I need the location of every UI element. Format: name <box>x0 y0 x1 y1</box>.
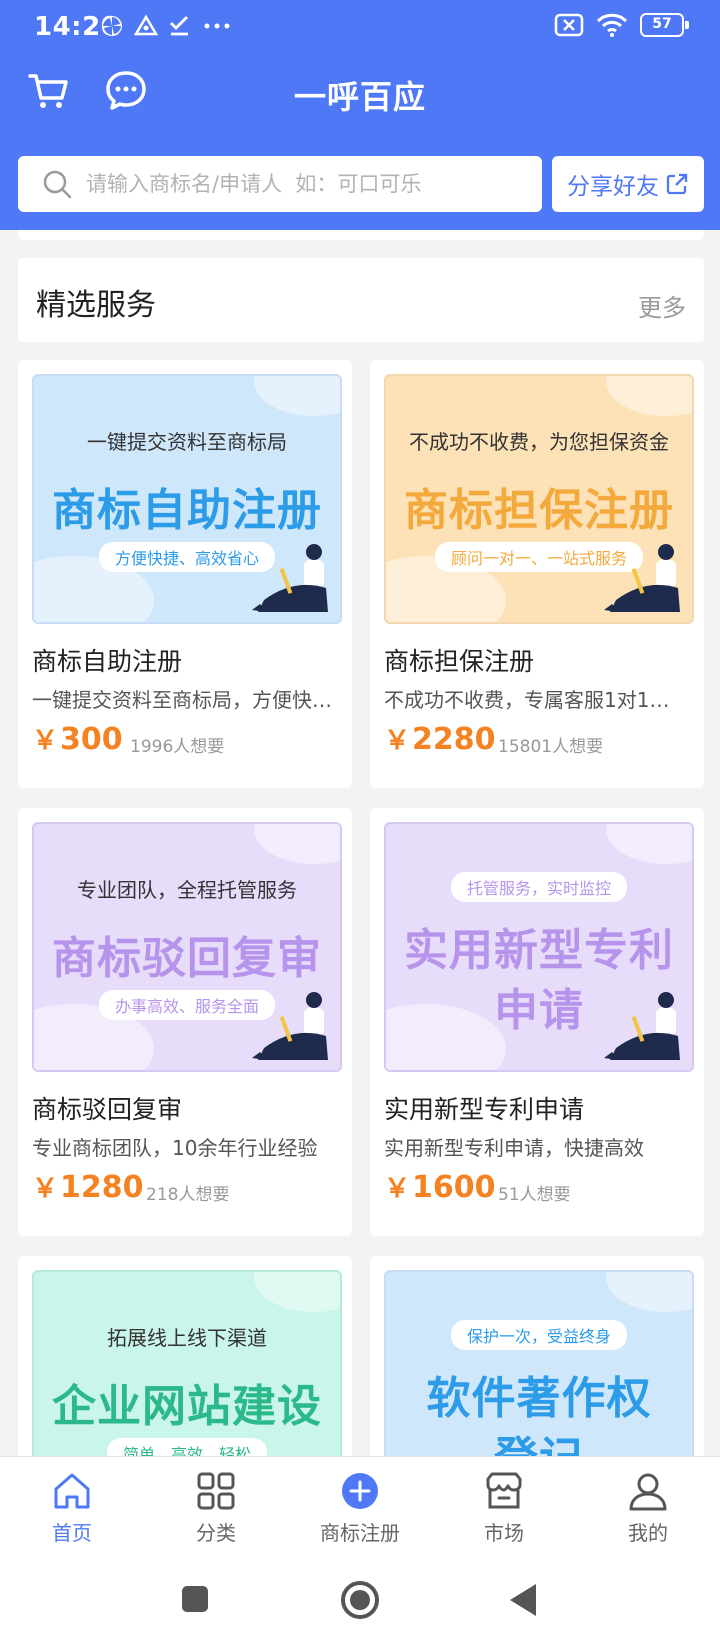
wants-count: 1996人想要 <box>130 737 225 757</box>
more-dots-icon <box>204 23 230 29</box>
battery-level: 57 <box>652 16 672 32</box>
wifi-icon <box>596 13 628 37</box>
banner-pill: 保护一次，受益终身 <box>450 1320 628 1350</box>
bottom-nav: 首页 分类 商标注册 市场 我的 <box>0 1456 720 1564</box>
nav-mine[interactable]: 我的 <box>576 1469 720 1559</box>
card-price: ￥2280 <box>384 720 496 757</box>
card-banner: 托管服务，实时监控 实用新型专利 申请 <box>384 822 694 1072</box>
card-title: 商标自助注册 <box>32 647 183 676</box>
plus-circle-icon <box>342 1473 378 1509</box>
banner-heading: 实用新型专利 <box>404 925 674 976</box>
banner-heading: 商标自助注册 <box>52 485 322 536</box>
search-icon <box>43 170 72 199</box>
grid-icon <box>197 1472 235 1510</box>
nav-label: 首页 <box>52 1521 92 1545</box>
store-icon <box>486 1472 522 1509</box>
service-card[interactable]: 拓展线上线下渠道 企业网站建设 简单、高效、轻松 <box>18 1256 352 1476</box>
currency-symbol: ￥ <box>384 726 411 756</box>
service-card[interactable]: 不成功不收费，为您担保资金 商标担保注册 顾问一对一、一站式服务 商标担保注册 … <box>370 360 704 788</box>
recent-apps-icon[interactable] <box>180 1584 210 1614</box>
card-banner: 保护一次，受益终身 软件著作权 登记 <box>384 1270 694 1476</box>
external-link-icon <box>666 173 688 195</box>
card-title: 商标担保注册 <box>384 647 535 676</box>
nav-label: 我的 <box>628 1521 668 1545</box>
more-link[interactable]: 更多 <box>638 288 686 323</box>
content-strip <box>18 230 704 240</box>
card-title: 实用新型专利申请 <box>384 1095 585 1124</box>
price-value: 1600 <box>412 1170 496 1205</box>
status-right-icons: 57 <box>554 12 689 38</box>
person-laptop-illustration <box>252 544 328 612</box>
nav-label: 商标注册 <box>320 1521 400 1545</box>
share-label: 分享好友 <box>567 174 659 200</box>
app-title: 一呼百应 <box>293 78 426 116</box>
card-banner: 专业团队，全程托管服务 商标驳回复审 办事高效、服务全面 <box>32 822 342 1072</box>
back-icon[interactable] <box>508 1582 540 1618</box>
nav-category[interactable]: 分类 <box>144 1469 288 1559</box>
card-price: ￥1600 <box>384 1168 496 1205</box>
nav-home[interactable]: 首页 <box>0 1469 144 1559</box>
nav-label: 分类 <box>196 1521 236 1545</box>
currency-symbol: ￥ <box>32 726 59 756</box>
service-card[interactable]: 保护一次，受益终身 软件著作权 登记 <box>370 1256 704 1476</box>
banner-subtitle: 专业团队，全程托管服务 <box>77 878 297 902</box>
wants-count: 15801人想要 <box>498 737 604 757</box>
card-price: ￥300 <box>32 720 123 757</box>
battery-icon: 57 <box>640 13 689 37</box>
system-navigation-bar <box>0 1564 720 1650</box>
service-card[interactable]: 托管服务，实时监控 实用新型专利 申请 实用新型专利申请 实用新型专利申请，快捷… <box>370 808 704 1236</box>
nav-label: 市场 <box>484 1521 524 1545</box>
search-box[interactable] <box>18 156 542 212</box>
pinwheel-icon <box>102 16 122 36</box>
price-value: 1280 <box>60 1170 144 1205</box>
topbar: 一呼百应 <box>0 62 720 132</box>
wants-count: 218人想要 <box>146 1185 230 1205</box>
card-price: ￥1280 <box>32 1168 144 1205</box>
header: 14:20 57 一呼百应 分享好友 <box>0 0 720 230</box>
banner-heading: 企业网站建设 <box>52 1381 322 1432</box>
section-header: 精选服务 更多 <box>18 258 704 342</box>
card-banner: 一键提交资料至商标局 商标自助注册 方便快捷、高效省心 <box>32 374 342 624</box>
service-card[interactable]: 专业团队，全程托管服务 商标驳回复审 办事高效、服务全面 商标驳回复审 专业商标… <box>18 808 352 1236</box>
banner-subtitle: 一键提交资料至商标局 <box>87 430 287 454</box>
card-description: 一键提交资料至商标局，方便快捷、高效省心 <box>32 688 332 712</box>
no-sim-icon <box>554 13 584 37</box>
nav-market[interactable]: 市场 <box>432 1469 576 1559</box>
person-laptop-illustration <box>604 544 680 612</box>
person-laptop-illustration <box>252 992 328 1060</box>
banner-subtitle: 不成功不收费，为您担保资金 <box>409 430 669 454</box>
service-card[interactable]: 一键提交资料至商标局 商标自助注册 方便快捷、高效省心 商标自助注册 一键提交资… <box>18 360 352 788</box>
status-bar: 14:20 57 <box>0 0 720 56</box>
triangle-icon <box>134 14 158 36</box>
banner-subtitle: 拓展线上线下渠道 <box>107 1326 267 1350</box>
person-laptop-illustration <box>604 992 680 1060</box>
wants-count: 51人想要 <box>498 1185 571 1205</box>
user-icon <box>629 1473 667 1511</box>
banner-pill: 托管服务，实时监控 <box>450 872 628 902</box>
card-banner: 不成功不收费，为您担保资金 商标担保注册 顾问一对一、一站式服务 <box>384 374 694 624</box>
search-input[interactable] <box>86 156 526 212</box>
card-title: 商标驳回复审 <box>32 1095 183 1124</box>
nav-trademark-register[interactable]: 商标注册 <box>288 1469 432 1559</box>
share-button[interactable]: 分享好友 <box>552 156 704 212</box>
banner-heading: 软件著作权 <box>426 1373 652 1424</box>
card-description: 实用新型专利申请，快捷高效 <box>384 1136 644 1160</box>
banner-heading: 商标担保注册 <box>404 485 674 536</box>
card-banner: 拓展线上线下渠道 企业网站建设 简单、高效、轻松 <box>32 1270 342 1476</box>
price-value: 300 <box>60 722 123 757</box>
status-left-icons <box>100 14 232 38</box>
card-description: 不成功不收费，专属客服1对1服务 <box>384 688 684 712</box>
banner-heading: 商标驳回复审 <box>52 933 322 984</box>
currency-symbol: ￥ <box>32 1174 59 1204</box>
home-circle-icon[interactable] <box>340 1580 380 1620</box>
currency-symbol: ￥ <box>384 1174 411 1204</box>
section-title: 精选服务 <box>36 288 156 323</box>
home-icon <box>54 1473 90 1509</box>
check-icon <box>170 16 188 36</box>
price-value: 2280 <box>412 722 496 757</box>
card-description: 专业商标团队，10余年行业经验 <box>32 1136 318 1160</box>
